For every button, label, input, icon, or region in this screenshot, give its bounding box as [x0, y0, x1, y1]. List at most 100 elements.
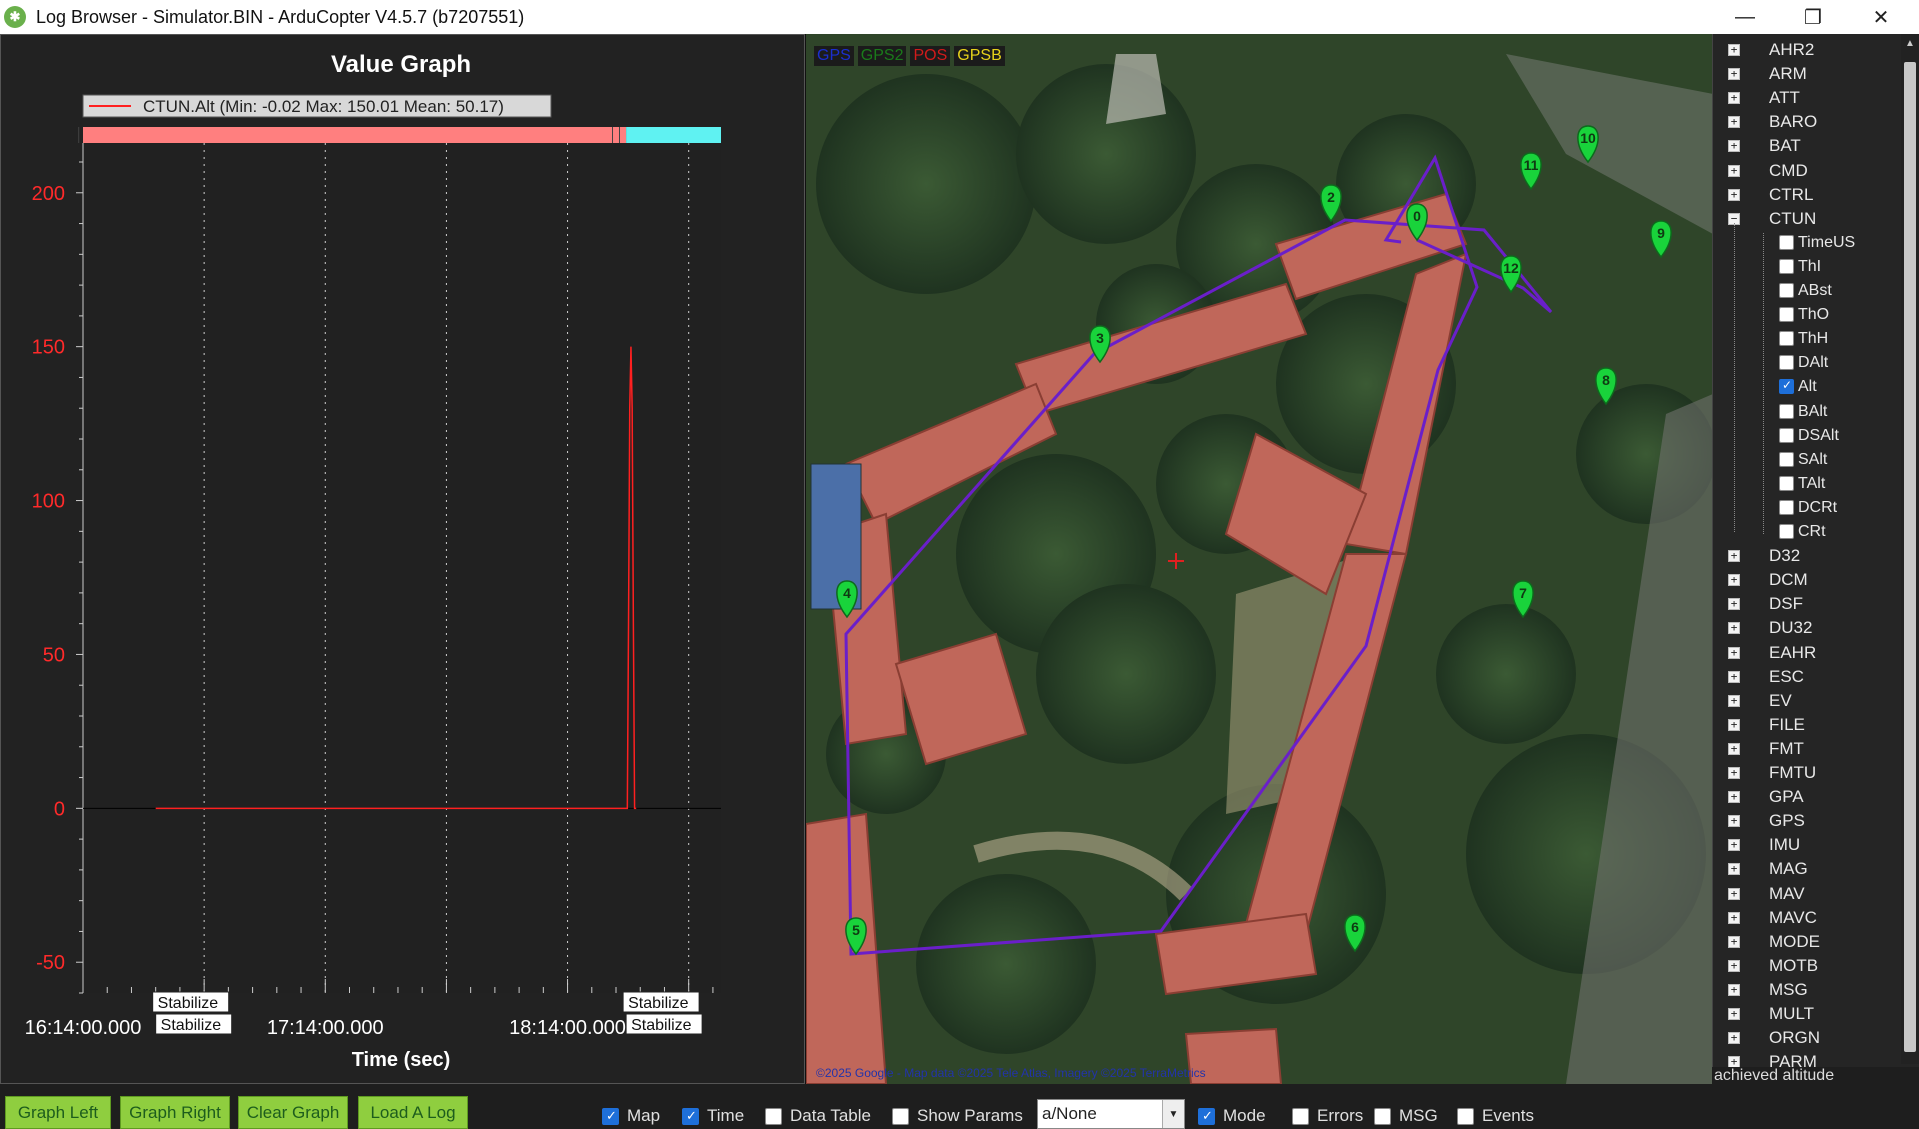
field-checkbox[interactable]	[1779, 499, 1794, 515]
tree-item-motb[interactable]: + MOTB	[1713, 954, 1898, 978]
data-table-checkbox[interactable]: Data Table	[765, 1106, 871, 1126]
map-checkbox[interactable]: Map	[602, 1106, 660, 1126]
expand-icon[interactable]: +	[1728, 1008, 1740, 1020]
expand-icon[interactable]: +	[1728, 935, 1740, 948]
tree-item-d32[interactable]: + D32	[1713, 544, 1898, 568]
tree-item-eahr[interactable]: + EAHR	[1713, 641, 1898, 665]
tree-field-timeus[interactable]: TimeUS	[1713, 231, 1898, 255]
expand-icon[interactable]: +	[1728, 598, 1740, 611]
expand-icon[interactable]: +	[1728, 863, 1740, 876]
mode-select[interactable]: a/None ▼	[1037, 1099, 1185, 1129]
tree-item-msg[interactable]: + MSG	[1713, 978, 1898, 1002]
value-graph-chart[interactable]: Value Graph CTUN.Alt (Min: -0.02 Max: 15…	[1, 35, 806, 1085]
field-checkbox[interactable]	[1779, 524, 1794, 539]
field-tree-panel[interactable]: + AHR2 + ARM + ATT + BARO + BAT + CMD + CTRL − CTUN Time…	[1712, 34, 1919, 1078]
tree-item-gps[interactable]: + GPS	[1713, 809, 1898, 833]
expand-icon[interactable]: +	[1728, 574, 1740, 587]
field-checkbox[interactable]	[1779, 378, 1794, 395]
tree-field-dalt[interactable]: DAlt	[1713, 351, 1898, 375]
satellite-map[interactable]: 0 2 3 4 5 6 7 8 9 10 11 12	[806, 34, 1712, 1084]
expand-icon[interactable]: +	[1728, 959, 1740, 972]
field-checkbox[interactable]	[1779, 234, 1794, 250]
tree-item-imu[interactable]: + IMU	[1713, 833, 1898, 857]
tree-field-crt[interactable]: CRt	[1713, 520, 1898, 544]
errors-check-box[interactable]	[1292, 1107, 1309, 1125]
scrollbar-thumb[interactable]	[1904, 62, 1916, 1052]
expand-icon[interactable]: +	[1728, 839, 1740, 852]
tree-field-thh[interactable]: ThH	[1713, 327, 1898, 351]
tree-field-balt[interactable]: BAlt	[1713, 400, 1898, 424]
load-log-button[interactable]: Load A Log	[358, 1096, 468, 1129]
msg-checkbox[interactable]: MSG	[1374, 1106, 1438, 1126]
expand-icon[interactable]: +	[1728, 188, 1740, 201]
close-button[interactable]: ✕	[1847, 0, 1915, 34]
field-checkbox[interactable]	[1779, 258, 1794, 274]
expand-icon[interactable]: +	[1728, 694, 1740, 707]
field-checkbox[interactable]	[1779, 355, 1794, 371]
tree-item-dcm[interactable]: + DCM	[1713, 568, 1898, 592]
expand-icon[interactable]: +	[1728, 983, 1740, 996]
tree-field-tho[interactable]: ThO	[1713, 303, 1898, 327]
tree-item-cmd[interactable]: + CMD	[1713, 159, 1898, 183]
tree-item-att[interactable]: + ATT	[1713, 86, 1898, 110]
tree-field-alt[interactable]: Alt	[1713, 375, 1898, 399]
expand-icon[interactable]: +	[1728, 140, 1740, 153]
tree-item-orgn[interactable]: + ORGN	[1713, 1026, 1898, 1050]
tree-scrollbar[interactable]: ▲	[1901, 34, 1919, 1064]
maximize-button[interactable]: ❐	[1779, 0, 1847, 34]
tree-field-dsalt[interactable]: DSAlt	[1713, 424, 1898, 448]
field-checkbox[interactable]	[1779, 475, 1794, 491]
time-check-box[interactable]	[682, 1107, 699, 1125]
expand-icon[interactable]: +	[1728, 791, 1740, 804]
expand-icon[interactable]: +	[1728, 887, 1740, 900]
mode-checkbox[interactable]: Mode	[1198, 1106, 1266, 1126]
time-checkbox[interactable]: Time	[682, 1106, 744, 1126]
tree-item-ctrl[interactable]: + CTRL	[1713, 183, 1898, 207]
tree-item-gpa[interactable]: + GPA	[1713, 785, 1898, 809]
clear-graph-button[interactable]: Clear Graph	[238, 1096, 348, 1129]
tree-item-ev[interactable]: + EV	[1713, 689, 1898, 713]
errors-checkbox[interactable]: Errors	[1292, 1106, 1363, 1126]
tree-item-bat[interactable]: + BAT	[1713, 134, 1898, 158]
expand-icon[interactable]: +	[1728, 164, 1740, 177]
events-checkbox[interactable]: Events	[1457, 1106, 1534, 1126]
msg-check-box[interactable]	[1374, 1107, 1391, 1125]
field-checkbox[interactable]	[1779, 307, 1794, 323]
chevron-down-icon[interactable]: ▼	[1162, 1100, 1184, 1128]
expand-icon[interactable]: +	[1728, 646, 1740, 659]
field-checkbox[interactable]	[1779, 331, 1794, 347]
tree-field-thi[interactable]: ThI	[1713, 255, 1898, 279]
tree-item-mav[interactable]: + MAV	[1713, 882, 1898, 906]
expand-icon[interactable]: +	[1728, 767, 1740, 779]
tree-item-mavc[interactable]: + MAVC	[1713, 906, 1898, 930]
expand-icon[interactable]: +	[1728, 44, 1740, 56]
graph-right-button[interactable]: Graph Right	[120, 1096, 230, 1129]
map-check-box[interactable]	[602, 1107, 619, 1125]
tree-item-file[interactable]: + FILE	[1713, 713, 1898, 737]
data-table-check-box[interactable]	[765, 1107, 782, 1125]
expand-icon[interactable]: +	[1728, 1032, 1740, 1045]
events-check-box[interactable]	[1457, 1107, 1474, 1125]
graph-left-button[interactable]: Graph Left	[5, 1096, 111, 1129]
tree-field-talt[interactable]: TAlt	[1713, 472, 1898, 496]
map-panel[interactable]: 0 2 3 4 5 6 7 8 9 10 11 12 GPS GPS2 POS GPSB ©2025 …	[805, 34, 1712, 1084]
tree-item-du32[interactable]: + DU32	[1713, 616, 1898, 640]
field-checkbox[interactable]	[1779, 283, 1794, 298]
expand-icon[interactable]: +	[1728, 92, 1740, 105]
tree-item-arm[interactable]: + ARM	[1713, 62, 1898, 86]
tree-item-mag[interactable]: + MAG	[1713, 857, 1898, 881]
expand-icon[interactable]: +	[1728, 670, 1740, 683]
mode-check-box[interactable]	[1198, 1107, 1215, 1125]
show-params-check-box[interactable]	[892, 1107, 909, 1125]
tree-item-fmtu[interactable]: + FMTU	[1713, 761, 1898, 785]
field-checkbox[interactable]	[1779, 451, 1794, 467]
field-checkbox[interactable]	[1779, 403, 1794, 419]
show-params-checkbox[interactable]: Show Params	[892, 1106, 1023, 1126]
field-checkbox[interactable]	[1779, 427, 1794, 443]
expand-icon[interactable]: +	[1728, 718, 1740, 731]
tree-field-abst[interactable]: ABst	[1713, 279, 1898, 303]
expand-icon[interactable]: +	[1728, 742, 1740, 755]
tree-item-ahr2[interactable]: + AHR2	[1713, 38, 1898, 62]
minimize-button[interactable]: —	[1711, 0, 1779, 34]
tree-item-dsf[interactable]: + DSF	[1713, 592, 1898, 616]
